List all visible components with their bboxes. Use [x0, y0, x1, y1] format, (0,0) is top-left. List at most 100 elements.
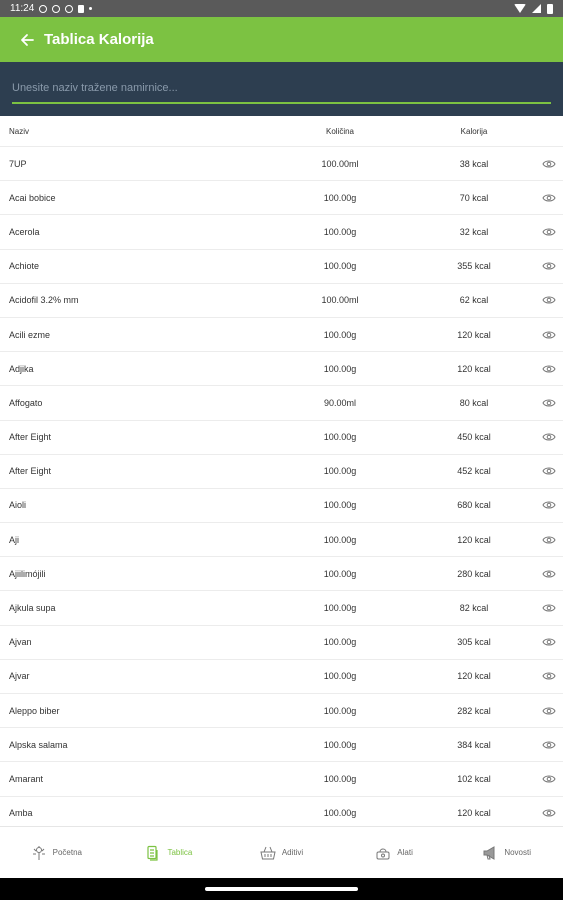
view-details-button[interactable] [541, 774, 556, 784]
food-calories: 120 kcal [457, 671, 491, 682]
eye-icon [541, 228, 556, 236]
nav-label-novosti: Novosti [504, 848, 532, 857]
status-time: 11:24 [10, 3, 35, 14]
food-quantity: 100.00g [323, 329, 357, 340]
view-details-button[interactable] [541, 364, 556, 374]
table-row[interactable]: Acidofil 3.2% mm 100.00ml 62 kcal [0, 284, 563, 318]
app-bar: Tablica Kalorija [0, 17, 563, 62]
table-row[interactable]: Amarant 100.00g 102 kcal [0, 762, 563, 797]
table-row[interactable]: Ajvan 100.00g 305 kcal [0, 626, 563, 660]
view-details-button[interactable] [541, 808, 556, 818]
view-details-button[interactable] [541, 603, 556, 613]
food-calories: 120 kcal [457, 329, 491, 340]
nav-item-novosti[interactable]: Novosti [450, 827, 563, 878]
food-quantity: 100.00g [323, 739, 357, 750]
table-row[interactable]: Ajvar 100.00g 120 kcal [0, 660, 563, 694]
food-calories: 384 kcal [457, 739, 491, 750]
view-details-button[interactable] [541, 398, 556, 408]
eye-icon [541, 331, 556, 339]
view-details-button[interactable] [541, 706, 556, 716]
status-right [514, 3, 553, 14]
table-icon [145, 845, 161, 861]
food-name: After Eight [9, 466, 52, 477]
nav-item-aditivi[interactable]: Aditivi [225, 827, 338, 878]
back-button[interactable] [18, 31, 36, 49]
food-calories: 450 kcal [457, 432, 491, 443]
table-row[interactable]: Acai bobice 100.00g 70 kcal [0, 181, 563, 216]
nav-item-tablica[interactable]: Tablica [113, 827, 226, 878]
search-input[interactable] [12, 78, 551, 104]
view-details-button[interactable] [541, 671, 556, 681]
food-name: Achiote [9, 261, 40, 272]
view-details-button[interactable] [541, 261, 556, 271]
nav-label-aditivi: Aditivi [281, 848, 304, 857]
table-header: Naziv Količina Kalorija [0, 116, 563, 147]
eye-icon [541, 570, 556, 578]
view-details-button[interactable] [541, 466, 556, 476]
table-row[interactable]: Ajkula supa 100.00g 82 kcal [0, 591, 563, 626]
table-row[interactable]: Adjika 100.00g 120 kcal [0, 352, 563, 387]
eye-icon [541, 160, 556, 168]
food-name: Ajvar [9, 671, 30, 682]
table-row[interactable]: Aioli 100.00g 680 kcal [0, 489, 563, 524]
table-row[interactable]: Aji 100.00g 120 kcal [0, 523, 563, 558]
food-calories: 120 kcal [457, 363, 491, 374]
eye-icon [541, 365, 556, 373]
table-row[interactable]: Aleppo biber 100.00g 282 kcal [0, 694, 563, 729]
food-quantity: 100.00g [323, 466, 357, 477]
nav-item-alati[interactable]: Alati [338, 827, 451, 878]
food-quantity: 100.00g [323, 705, 357, 716]
header-quantity: Količina [325, 126, 354, 136]
food-name: Ajvan [9, 637, 32, 648]
table-row[interactable]: Achiote 100.00g 355 kcal [0, 250, 563, 284]
food-calories: 680 kcal [457, 500, 491, 511]
view-details-button[interactable] [541, 637, 556, 647]
clock-icon [39, 4, 48, 13]
table-row[interactable]: Acili ezme 100.00g 120 kcal [0, 318, 563, 353]
view-details-button[interactable] [541, 432, 556, 442]
eye-icon [541, 707, 556, 715]
food-calories: 305 kcal [457, 637, 491, 648]
food-quantity: 100.00g [323, 363, 357, 374]
food-name: Acai bobice [9, 192, 56, 203]
table-row[interactable]: Ajiilimójili 100.00g 280 kcal [0, 557, 563, 592]
table-row[interactable]: After Eight 100.00g 452 kcal [0, 455, 563, 489]
table-row[interactable]: Alpska salama 100.00g 384 kcal [0, 728, 563, 763]
food-name: Ajkula supa [9, 603, 56, 614]
page-title: Tablica Kalorija [44, 31, 154, 48]
eye-icon [541, 194, 556, 202]
header-name: Naziv [9, 126, 30, 136]
view-details-button[interactable] [541, 330, 556, 340]
nav-item-pocetna[interactable]: Početna [0, 827, 113, 878]
eye-icon [541, 604, 556, 612]
view-details-button[interactable] [541, 193, 556, 203]
vpn-icon [52, 4, 61, 13]
battery-icon [547, 3, 553, 14]
food-name: Aioli [9, 500, 27, 511]
eye-icon [541, 775, 556, 783]
table-row[interactable]: After Eight 100.00g 450 kcal [0, 421, 563, 455]
food-quantity: 100.00g [323, 568, 357, 579]
view-details-button[interactable] [541, 159, 556, 169]
view-details-button[interactable] [541, 500, 556, 510]
table-row[interactable]: Affogato 90.00ml 80 kcal [0, 386, 563, 421]
home-gesture-handle[interactable] [205, 887, 358, 891]
food-name: After Eight [9, 432, 52, 443]
view-details-button[interactable] [541, 295, 556, 305]
food-calories: 282 kcal [457, 705, 491, 716]
view-details-button[interactable] [541, 740, 556, 750]
basket-icon [260, 845, 276, 861]
view-details-button[interactable] [541, 569, 556, 579]
megaphone-icon [482, 845, 498, 861]
food-quantity: 100.00ml [321, 158, 359, 169]
eye-icon [541, 399, 556, 407]
table-row[interactable]: Acerola 100.00g 32 kcal [0, 215, 563, 250]
view-details-button[interactable] [541, 535, 556, 545]
food-name: Alpska salama [9, 739, 68, 750]
view-details-button[interactable] [541, 227, 556, 237]
food-name: Aleppo biber [9, 705, 60, 716]
food-quantity: 100.00g [323, 500, 357, 511]
food-quantity: 100.00g [323, 808, 357, 819]
table-row[interactable]: 7UP 100.00ml 38 kcal [0, 147, 563, 182]
location-icon [65, 4, 74, 13]
